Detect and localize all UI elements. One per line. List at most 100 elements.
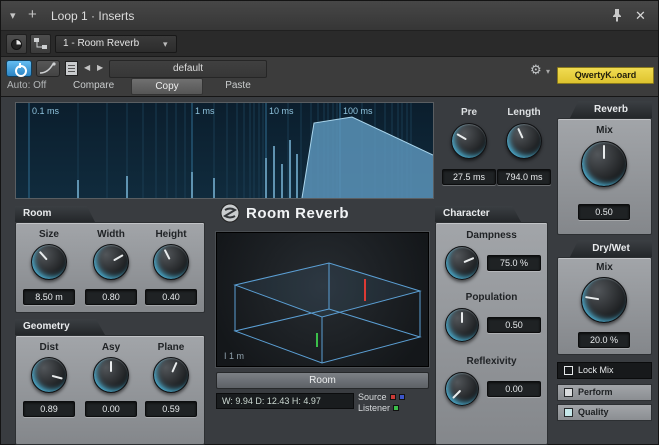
reverb-mix-knob[interactable] — [581, 141, 627, 187]
pre-label: Pre — [444, 107, 494, 118]
population-knob[interactable] — [445, 308, 479, 342]
plugin-window: ▾ + Loop 1 · Inserts ✕ 1 - Room Reverb ▾ — [0, 0, 659, 445]
close-icon[interactable]: ✕ — [635, 8, 646, 24]
room-type-button[interactable]: Room — [216, 372, 429, 389]
width-value[interactable]: 0.80 — [85, 289, 137, 305]
compare-button[interactable]: Compare — [73, 80, 114, 91]
reverb-mix-value[interactable]: 0.50 — [578, 204, 630, 220]
tab-geometry: Geometry — [15, 319, 105, 335]
gear-caret-icon[interactable]: ▾ — [546, 67, 550, 76]
preset-name-field[interactable]: default — [109, 60, 267, 78]
lock-mix-checkbox[interactable] — [564, 366, 573, 375]
lock-mix-toggle[interactable]: Lock Mix — [557, 362, 652, 379]
pin-icon[interactable] — [611, 8, 623, 27]
length-knob[interactable] — [506, 123, 542, 159]
plane-value[interactable]: 0.59 — [145, 401, 197, 417]
preset-list-icon[interactable] — [65, 61, 78, 76]
reflexivity-value[interactable]: 0.00 — [487, 381, 541, 397]
source-red-chip — [390, 394, 396, 400]
plugin-selector-bar: 1 - Room Reverb ▾ — [1, 31, 658, 57]
impulse-response-display: 0.1 ms 1 ms 10 ms 100 ms — [15, 102, 434, 199]
tab-room: Room — [15, 206, 95, 222]
height-label: Height — [144, 229, 198, 240]
bypass-power-button[interactable] — [6, 60, 32, 77]
paste-button[interactable]: Paste — [209, 78, 267, 95]
dist-value[interactable]: 0.89 — [23, 401, 75, 417]
size-knob[interactable] — [31, 244, 67, 280]
next-preset-icon[interactable]: ▶ — [97, 63, 103, 72]
knob-icon — [11, 39, 22, 50]
reverb-mix-label: Mix — [557, 125, 652, 136]
plane-knob[interactable] — [153, 357, 189, 393]
quality-toggle[interactable]: Quality — [557, 404, 652, 421]
curve-icon — [37, 61, 59, 76]
automation-curve-button[interactable] — [36, 60, 60, 77]
perform-checkbox[interactable] — [564, 388, 573, 397]
drywet-mix-value[interactable]: 20.0 % — [578, 332, 630, 348]
dimensions-readout: W: 9.94 D: 12.43 H: 4.97 — [216, 393, 354, 409]
dampness-label: Dampness — [435, 230, 548, 241]
time-label: 1 ms — [195, 106, 215, 116]
add-insert-icon[interactable]: + — [28, 6, 37, 23]
dist-label: Dist — [22, 342, 76, 353]
size-label: Size — [22, 229, 76, 240]
height-knob[interactable] — [153, 244, 189, 280]
width-label: Width — [84, 229, 138, 240]
drywet-mix-label: Mix — [557, 262, 652, 273]
tab-character: Character — [435, 206, 521, 222]
copy-button[interactable]: Copy — [131, 78, 203, 95]
time-label: 10 ms — [269, 106, 294, 116]
quality-checkbox[interactable] — [564, 408, 573, 417]
time-label: 100 ms — [343, 106, 373, 116]
listener-label: Listener — [358, 403, 390, 413]
window-menu-caret-icon[interactable]: ▾ — [10, 9, 16, 22]
width-knob[interactable] — [93, 244, 129, 280]
source-legend: Source — [358, 392, 405, 402]
asy-label: Asy — [84, 342, 138, 353]
source-label: Source — [358, 392, 387, 402]
source-blue-chip — [399, 394, 405, 400]
plugin-title: Room Reverb — [246, 205, 349, 222]
room-wireframe — [217, 233, 428, 366]
plane-label: Plane — [144, 342, 198, 353]
time-label: 0.1 ms — [32, 106, 59, 116]
impulse-response-graph — [16, 103, 433, 198]
reflexivity-knob[interactable] — [445, 372, 479, 406]
perform-label: Perform — [578, 385, 613, 400]
pre-value[interactable]: 27.5 ms — [442, 169, 496, 185]
size-value[interactable]: 8.50 m — [23, 289, 75, 305]
insert-slot-select[interactable]: 1 - Room Reverb — [55, 35, 177, 53]
population-label: Population — [435, 292, 548, 303]
quality-label: Quality — [578, 405, 609, 420]
dampness-value[interactable]: 75.0 % — [487, 255, 541, 271]
editor-view-button[interactable] — [6, 34, 27, 54]
pre-knob[interactable] — [451, 123, 487, 159]
titlebar: ▾ + Loop 1 · Inserts ✕ — [1, 1, 658, 31]
height-value[interactable]: 0.40 — [145, 289, 197, 305]
length-label: Length — [497, 107, 551, 118]
gear-icon[interactable]: ⚙ — [530, 62, 542, 78]
prev-preset-icon[interactable]: ◀ — [84, 63, 90, 72]
room-3d-view[interactable]: I 1 m — [216, 232, 429, 367]
tab-reverb: Reverb — [570, 101, 652, 118]
insert-slot-label: 1 - Room Reverb — [63, 38, 139, 49]
auto-status-label[interactable]: Auto: Off — [7, 80, 46, 91]
tab-drywet: Dry/Wet — [570, 240, 652, 257]
length-value[interactable]: 794.0 ms — [497, 169, 551, 185]
scale-label: I 1 m — [224, 351, 244, 361]
presonus-logo-icon — [220, 203, 240, 228]
preset-bar: ◀ ▶ default Auto: Off Compare Copy Paste… — [1, 57, 658, 97]
population-value[interactable]: 0.50 — [487, 317, 541, 333]
asy-knob[interactable] — [93, 357, 129, 393]
dist-knob[interactable] — [31, 357, 67, 393]
listener-legend: Listener — [358, 403, 399, 413]
dampness-knob[interactable] — [445, 246, 479, 280]
asy-value[interactable]: 0.00 — [85, 401, 137, 417]
lock-mix-label: Lock Mix — [578, 363, 614, 378]
perform-toggle[interactable]: Perform — [557, 384, 652, 401]
listener-green-chip — [393, 405, 399, 411]
drywet-mix-knob[interactable] — [581, 277, 627, 323]
routing-button[interactable] — [30, 34, 51, 54]
keyboard-badge[interactable]: QwertyK..oard — [557, 67, 654, 84]
chevron-down-icon: ▾ — [163, 39, 168, 50]
